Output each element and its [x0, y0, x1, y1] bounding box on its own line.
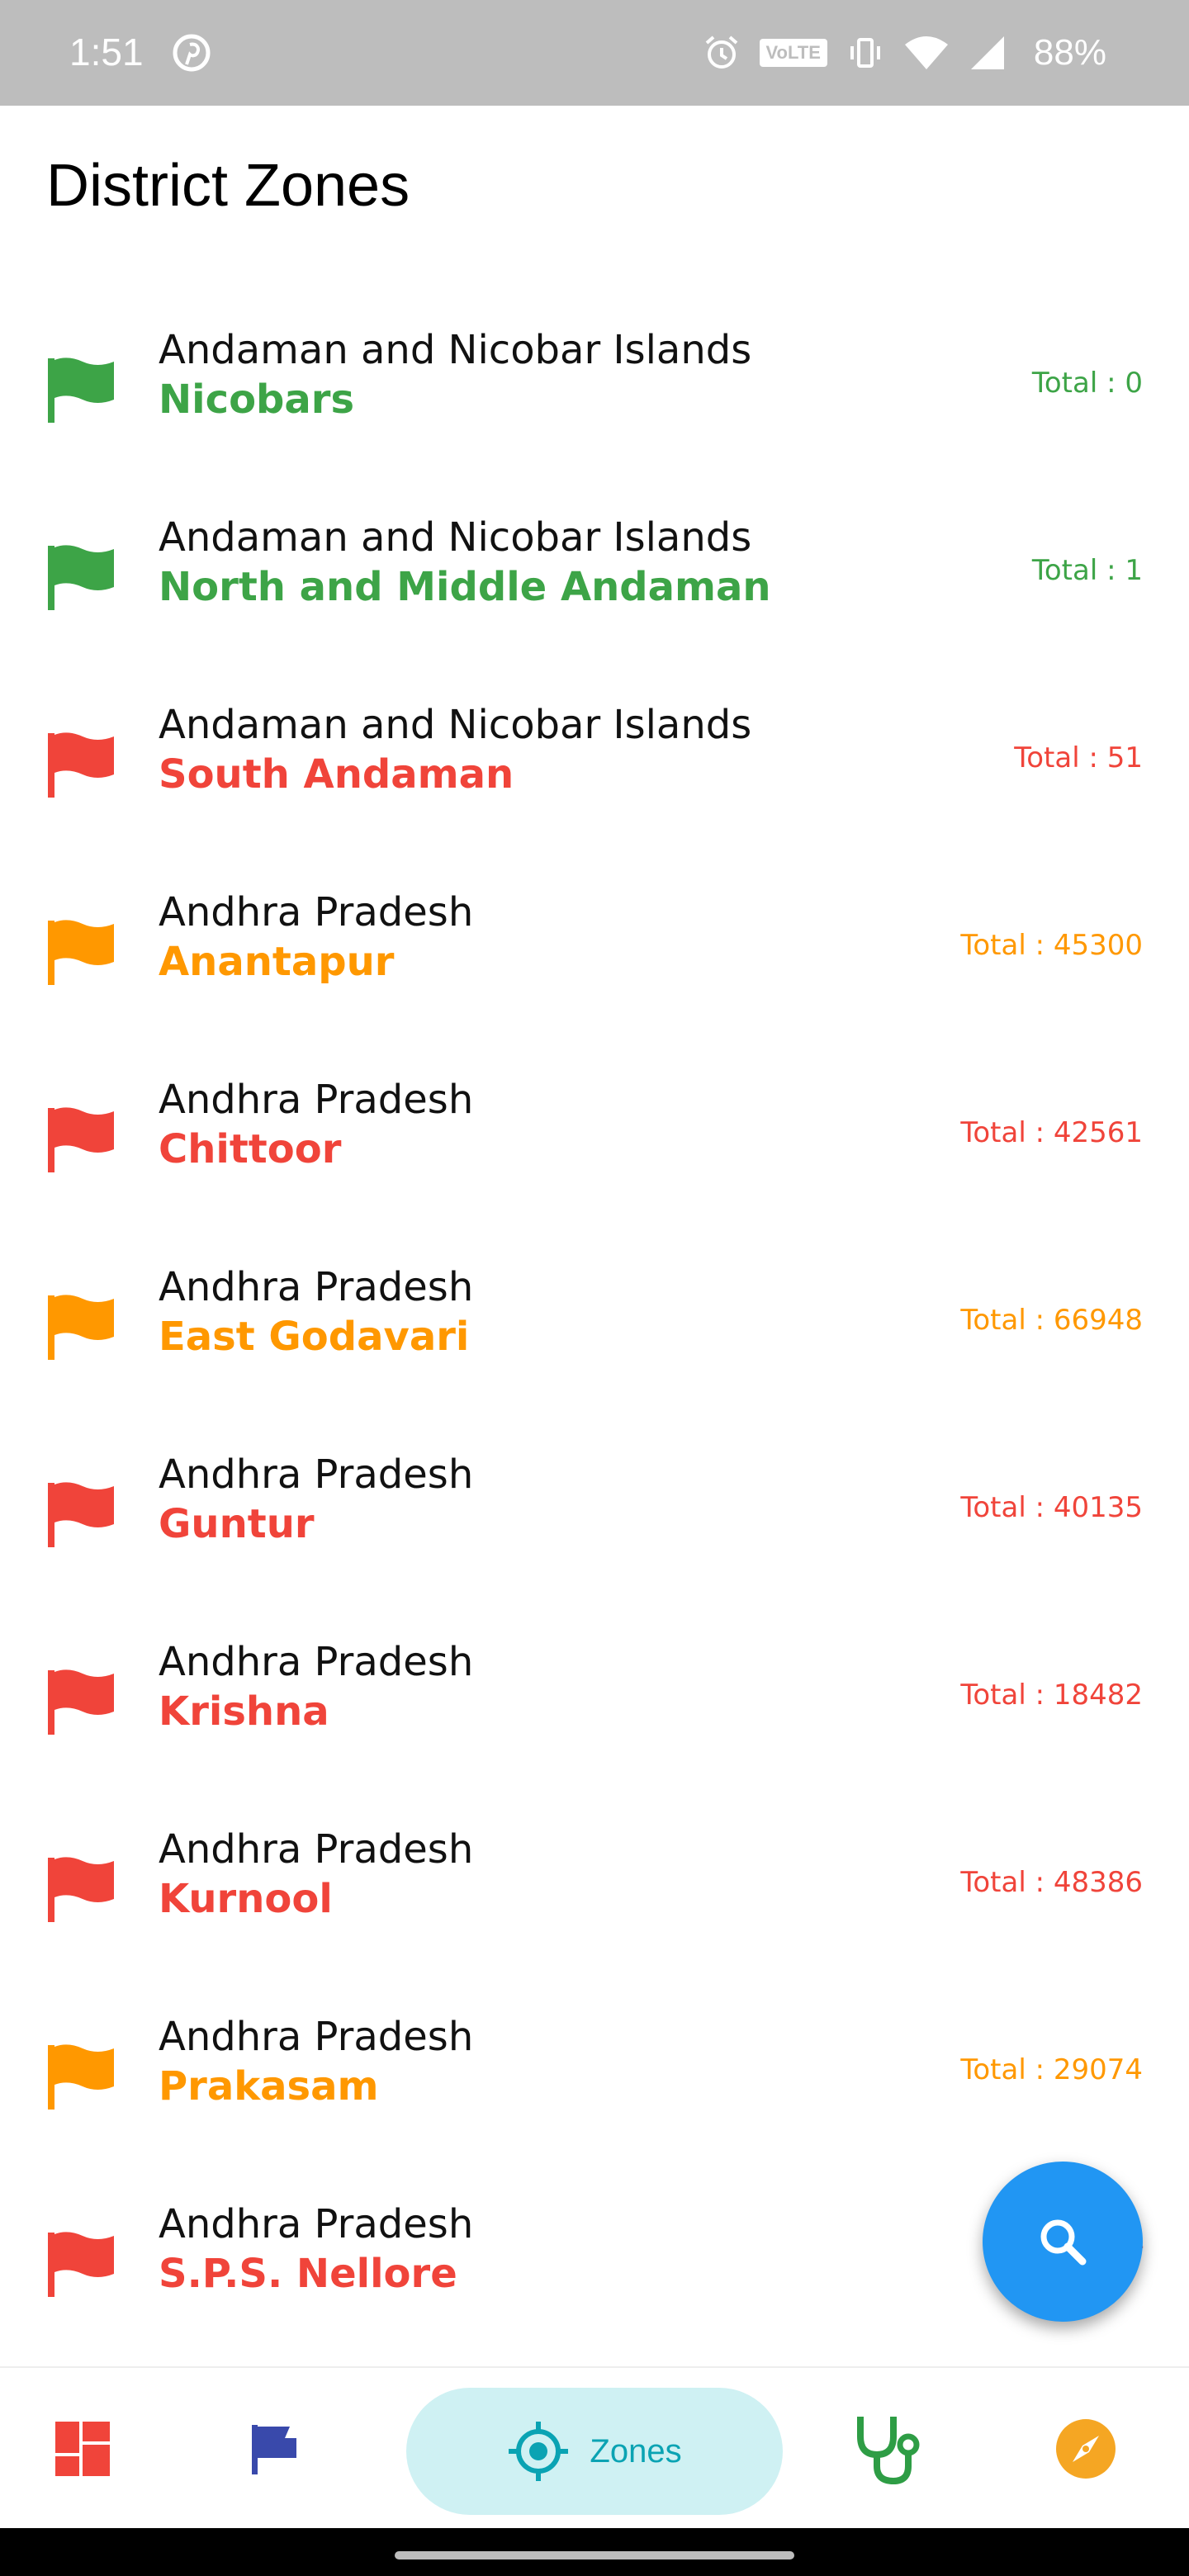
zone-flag-icon: [48, 358, 114, 423]
district-name: Anantapur: [159, 939, 395, 985]
district-row[interactable]: Andhra Pradesh Chittoor Total : 42561: [0, 1044, 1189, 1231]
state-name: Andhra Pradesh: [159, 2201, 474, 2247]
district-row[interactable]: Andhra Pradesh Prakasam Total : 29074: [0, 1981, 1189, 2168]
total-count: Total : 48386: [960, 1866, 1143, 1899]
wifi-icon: [904, 36, 948, 69]
district-name: Chittoor: [159, 1126, 342, 1172]
state-name: Andaman and Nicobar Islands: [159, 514, 752, 561]
nav-explore[interactable]: [1040, 2368, 1131, 2530]
battery-level: 88%: [1033, 32, 1106, 73]
district-list: Andaman and Nicobar Islands Nicobars Total…: [0, 294, 1189, 2356]
zone-flag-icon: [48, 1482, 114, 1547]
flag-icon: [252, 2425, 296, 2474]
state-name: Andhra Pradesh: [159, 1451, 474, 1498]
district-name: North and Middle Andaman: [159, 564, 771, 610]
nav-zones-label: Zones: [590, 2432, 682, 2469]
state-name: Andhra Pradesh: [159, 1264, 474, 1310]
district-name: South Andaman: [159, 751, 514, 798]
district-row[interactable]: Andhra Pradesh East Godavari Total : 66948: [0, 1231, 1189, 1418]
zone-flag-icon: [48, 1669, 114, 1735]
district-name: Nicobars: [159, 376, 355, 423]
district-row[interactable]: Andaman and Nicobar Islands South Andaman…: [0, 669, 1189, 856]
state-name: Andhra Pradesh: [159, 2014, 474, 2060]
home-gesture-pill[interactable]: [395, 2551, 794, 2559]
nav-medical[interactable]: [842, 2368, 933, 2530]
total-count: Total : 1: [1031, 554, 1143, 587]
zone-flag-icon: [48, 1107, 114, 1172]
total-count: Total : 66948: [960, 1304, 1143, 1337]
zone-flag-icon: [48, 920, 114, 985]
zone-flag-icon: [48, 1295, 114, 1360]
total-count: Total : 40135: [960, 1491, 1143, 1524]
vibrate-icon: [850, 38, 880, 68]
district-name: Prakasam: [159, 2063, 379, 2110]
zone-flag-icon: [48, 545, 114, 610]
district-row[interactable]: Andhra Pradesh Krishna Total : 18482: [0, 1606, 1189, 1793]
district-row[interactable]: Andhra Pradesh Anantapur Total : 45300: [0, 856, 1189, 1044]
state-name: Andhra Pradesh: [159, 889, 474, 935]
state-name: Andhra Pradesh: [159, 1077, 474, 1123]
zone-flag-icon: [48, 1857, 114, 1922]
total-count: Total : 18482: [960, 1679, 1143, 1712]
district-row[interactable]: Andhra Pradesh Kurnool Total : 48386: [0, 1793, 1189, 1981]
district-row[interactable]: Andhra Pradesh Guntur Total : 40135: [0, 1418, 1189, 1606]
state-name: Andaman and Nicobar Islands: [159, 327, 752, 373]
state-name: Andhra Pradesh: [159, 1826, 474, 1873]
bottom-navigation: Zones: [0, 2366, 1189, 2530]
district-name: Kurnool: [159, 1876, 333, 1922]
total-count: Total : 0: [1031, 367, 1143, 400]
page-title: District Zones: [46, 153, 410, 219]
district-name: Guntur: [159, 1501, 315, 1547]
total-count: Total : 45300: [960, 929, 1143, 962]
total-count: Total : 29074: [960, 2053, 1143, 2086]
district-name: Krishna: [159, 1688, 329, 1735]
pinterest-icon: [173, 34, 211, 72]
zone-flag-icon: [48, 732, 114, 798]
zone-flag-icon: [48, 2044, 114, 2110]
status-bar: 1:51 VoLTE 88%: [0, 0, 1189, 106]
district-name: East Godavari: [159, 1314, 470, 1360]
stethoscope-icon: [857, 2417, 920, 2485]
dashboard-icon: [55, 2422, 110, 2476]
alarm-icon: [705, 36, 737, 69]
compass-icon: [1056, 2419, 1116, 2479]
search-icon: [1040, 2219, 1087, 2266]
location-target-icon: [509, 2422, 569, 2481]
zone-flag-icon: [48, 2232, 114, 2297]
state-name: Andhra Pradesh: [159, 1639, 474, 1685]
district-row[interactable]: Andaman and Nicobar Islands Nicobars Total…: [0, 294, 1189, 481]
nav-dashboard[interactable]: [41, 2368, 124, 2530]
total-count: Total : 42561: [960, 1116, 1143, 1149]
search-fab-button[interactable]: [983, 2162, 1143, 2322]
district-name: S.P.S. Nellore: [159, 2251, 457, 2297]
district-row[interactable]: Andaman and Nicobar Islands North and Mid…: [0, 481, 1189, 669]
status-time: 1:51: [69, 31, 144, 73]
total-count: Total : 51: [1014, 741, 1143, 774]
signal-icon: [970, 36, 1004, 69]
nav-flags[interactable]: [233, 2368, 315, 2530]
nav-zones-active[interactable]: Zones: [406, 2388, 783, 2515]
state-name: Andaman and Nicobar Islands: [159, 702, 752, 748]
volte-badge: VoLTE: [759, 39, 827, 67]
